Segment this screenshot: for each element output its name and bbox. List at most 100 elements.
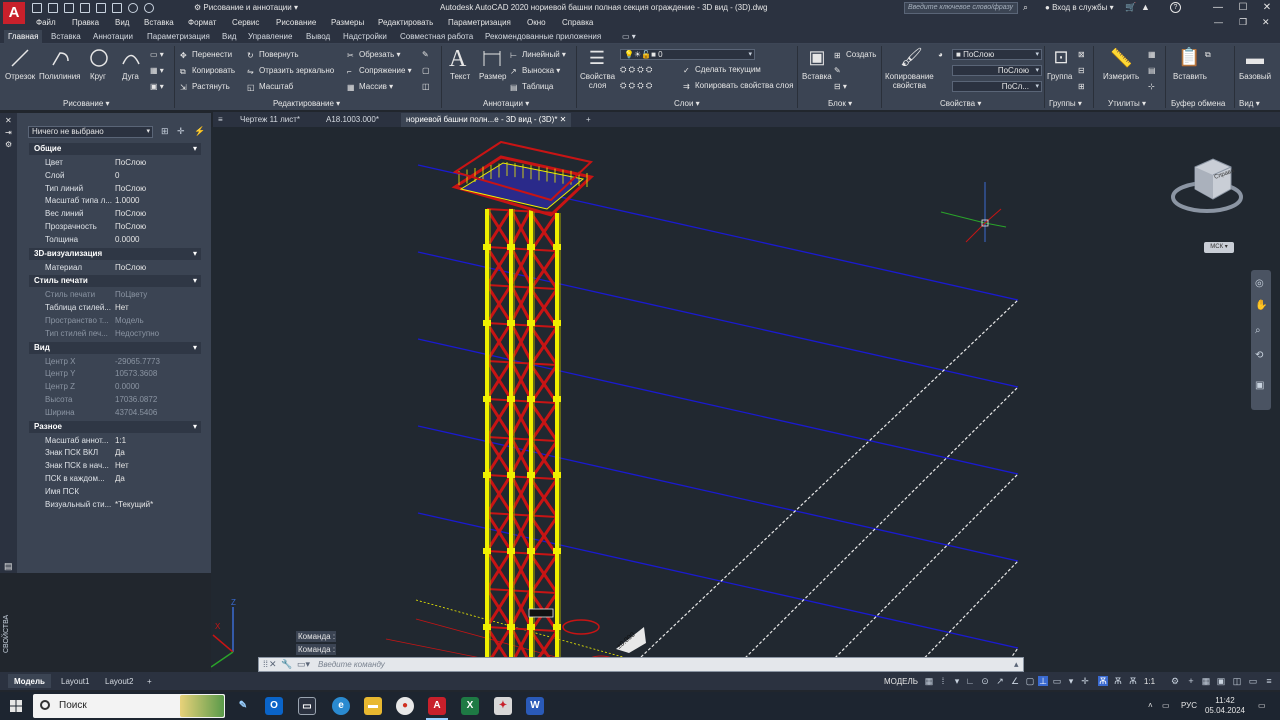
menu-parametric[interactable]: Параметризация bbox=[448, 18, 511, 27]
tab-home[interactable]: Главная bbox=[4, 30, 43, 44]
tab-output[interactable]: Вывод bbox=[306, 32, 330, 41]
annotation-monitor-icon[interactable]: + bbox=[1186, 676, 1196, 686]
property-row[interactable]: Толщина 0.0000 bbox=[29, 233, 201, 246]
clean-screen-icon[interactable]: ▭ bbox=[1248, 676, 1258, 686]
ribbon-options-icon[interactable]: ▭ ▾ bbox=[622, 32, 636, 41]
offset-icon[interactable]: ◫ bbox=[422, 82, 430, 91]
pan-icon[interactable]: ✋ bbox=[1255, 300, 1267, 311]
isolate-objects-icon[interactable]: ◫ bbox=[1232, 676, 1242, 686]
polyline-button[interactable]: Полилиния bbox=[39, 72, 81, 81]
save-as-icon[interactable] bbox=[80, 3, 90, 13]
taskbar-pdf-icon[interactable]: ✦ bbox=[494, 697, 512, 715]
doc-close-icon[interactable]: ✕ bbox=[1262, 17, 1270, 28]
palette-settings-icon[interactable]: ⚙ bbox=[5, 140, 12, 149]
menu-file[interactable]: Файл bbox=[36, 18, 56, 27]
property-row[interactable]: Знак ПСК ВКЛ Да bbox=[29, 446, 201, 459]
dimension-icon[interactable] bbox=[481, 48, 503, 70]
mirror-button[interactable]: ⇋ Отразить зеркально bbox=[247, 66, 334, 76]
taskbar-explorer-icon[interactable]: ▬ bbox=[364, 697, 382, 715]
taskbar-chrome-icon[interactable]: ● bbox=[396, 697, 414, 715]
search-icon[interactable]: ⌕ bbox=[1023, 2, 1028, 13]
palette-menu-icon[interactable]: ▤ bbox=[4, 561, 13, 572]
doc-restore-icon[interactable]: ❐ bbox=[1239, 17, 1247, 28]
layer-tools-row2[interactable]: ⛭ ⛭ ⛭ ⛭ bbox=[620, 81, 652, 91]
id-point-icon[interactable]: ⊹ bbox=[1148, 82, 1155, 91]
layer-tools-row1[interactable]: ⛭ ⛭ ⛭ ⛭ bbox=[620, 65, 652, 75]
close-tab-icon[interactable]: ✕ bbox=[557, 115, 567, 124]
save-icon[interactable] bbox=[64, 3, 74, 13]
minimize-button[interactable]: — bbox=[1211, 2, 1225, 14]
doc-tab-a18[interactable]: А18.1003.000* bbox=[321, 113, 384, 127]
taskbar-pen-icon[interactable]: ✎ bbox=[234, 697, 252, 715]
annotation-scale-icon[interactable]: Ѫ bbox=[1128, 676, 1138, 686]
customize-status-icon[interactable]: ≡ bbox=[1264, 676, 1274, 686]
circle-button[interactable]: Круг bbox=[90, 72, 106, 81]
drawing-viewport[interactable]: ±0.000 Z X Справа МСК ▾ ◎ ✋ ⌕ ⟲ ▣ bbox=[211, 127, 1280, 672]
tray-language[interactable]: РУС bbox=[1181, 701, 1197, 710]
polar-icon[interactable]: ⊙ bbox=[980, 676, 990, 686]
group-edit-icon[interactable]: ⊟ bbox=[1078, 66, 1085, 75]
ungroup-icon[interactable]: ⊠ bbox=[1078, 50, 1085, 59]
new-layout-button[interactable]: + bbox=[141, 674, 158, 688]
workspace-dropdown[interactable]: ⚙ Рисование и аннотации ▾ bbox=[194, 2, 316, 14]
dimension-button[interactable]: Размер bbox=[479, 72, 507, 81]
rectangle-icon[interactable]: ▭ ▾ bbox=[150, 50, 164, 59]
autodesk-a360-icon[interactable]: ▲ bbox=[1141, 2, 1150, 12]
windows-start-icon[interactable] bbox=[10, 700, 22, 712]
array-button[interactable]: ▦ Массив ▾ bbox=[347, 82, 393, 92]
property-row[interactable]: Тип линий ПоСлою bbox=[29, 182, 201, 195]
property-row[interactable]: ПСК в каждом... Да bbox=[29, 472, 201, 485]
block-attribute-icon[interactable]: ⊟ ▾ bbox=[834, 82, 847, 91]
property-row[interactable]: Пространство т... Модель bbox=[29, 314, 201, 327]
measure-button[interactable]: Измерить bbox=[1103, 72, 1139, 81]
copy-clip-icon[interactable]: ⧉ bbox=[1205, 50, 1211, 60]
calculator-icon[interactable]: ▦ bbox=[1148, 50, 1156, 59]
palette-close-icon[interactable]: ✕ bbox=[5, 116, 12, 125]
palette-section-header[interactable]: 3D-визуализация bbox=[29, 247, 201, 260]
property-row[interactable]: Масштаб типа л... 1.0000 bbox=[29, 194, 201, 207]
command-recent-icon[interactable]: ▭▾ bbox=[297, 659, 310, 670]
command-input[interactable]: Введите команду bbox=[318, 660, 385, 669]
circle-icon[interactable] bbox=[88, 47, 110, 69]
properties-panel-title[interactable]: Свойства ▾ bbox=[940, 99, 981, 108]
cart-icon[interactable]: 🛒 bbox=[1125, 2, 1136, 13]
orbit-icon[interactable]: ⟲ bbox=[1255, 350, 1263, 361]
linetype-dropdown[interactable]: ПоСлою bbox=[952, 65, 1042, 76]
property-row[interactable]: Слой 0 bbox=[29, 169, 201, 182]
osnap-icon[interactable]: ▢ bbox=[1025, 676, 1035, 686]
annotation-scale-value[interactable]: 1:1 bbox=[1144, 677, 1155, 686]
property-row[interactable]: Прозрачность ПоСлою bbox=[29, 220, 201, 233]
erase-icon[interactable]: ✎ bbox=[422, 50, 429, 59]
modify-panel-title[interactable]: Редактирование ▾ bbox=[273, 99, 340, 108]
base-view-icon[interactable]: ▬ bbox=[1244, 48, 1266, 70]
command-history-toggle-icon[interactable]: ▴ bbox=[1014, 659, 1019, 670]
line-button[interactable]: Отрезок bbox=[5, 72, 35, 81]
property-row[interactable]: Таблица стилей... Нет bbox=[29, 301, 201, 314]
application-menu-button[interactable]: A bbox=[3, 2, 25, 24]
palette-section-header[interactable]: Разное bbox=[29, 420, 201, 433]
tab-parametric[interactable]: Параметризация bbox=[147, 32, 210, 41]
doc-tab-tower-3d[interactable]: нориевой башни полн...е - 3D вид - (3D)*… bbox=[401, 113, 572, 127]
property-row[interactable]: Тип стилей печ... Недоступно bbox=[29, 327, 201, 340]
tab-collaborate[interactable]: Совместная работа bbox=[400, 32, 473, 41]
plot-icon[interactable] bbox=[112, 3, 122, 13]
osnap-tracking-icon[interactable]: ∠ bbox=[1010, 676, 1020, 686]
redo-icon[interactable] bbox=[144, 3, 154, 13]
doc-minimize-icon[interactable]: — bbox=[1214, 17, 1223, 27]
property-row[interactable]: Стиль печати ПоЦвету bbox=[29, 288, 201, 301]
doc-tab-drawing11[interactable]: Чертеж 11 лист* bbox=[235, 113, 305, 127]
property-row[interactable]: Центр Z 0.0000 bbox=[29, 380, 201, 393]
command-line[interactable]: ⁞⁞ ✕ 🔧 ▭▾ Введите команду ▴ bbox=[258, 657, 1024, 672]
annotation-panel-title[interactable]: Аннотации ▾ bbox=[483, 99, 529, 108]
lineweight-toggle-icon[interactable]: ⊥ bbox=[1038, 676, 1048, 686]
layer-properties-button[interactable]: Свойства слоя bbox=[580, 72, 615, 90]
utilities-panel-title[interactable]: Утилиты ▾ bbox=[1108, 99, 1146, 108]
zoom-icon[interactable]: ⌕ bbox=[1255, 325, 1261, 336]
command-customize-icon[interactable]: 🔧 bbox=[281, 659, 292, 670]
layers-panel-title[interactable]: Слои ▾ bbox=[674, 99, 700, 108]
toggle-pickadd-icon[interactable]: ⊞ bbox=[161, 126, 171, 136]
line-icon[interactable] bbox=[9, 47, 31, 69]
layer-dropdown[interactable]: 💡☀🔓■ 0 bbox=[620, 49, 755, 60]
taskbar-autocad-icon[interactable]: A bbox=[428, 697, 446, 715]
wcs-menu-button[interactable]: МСК ▾ bbox=[1204, 242, 1234, 253]
